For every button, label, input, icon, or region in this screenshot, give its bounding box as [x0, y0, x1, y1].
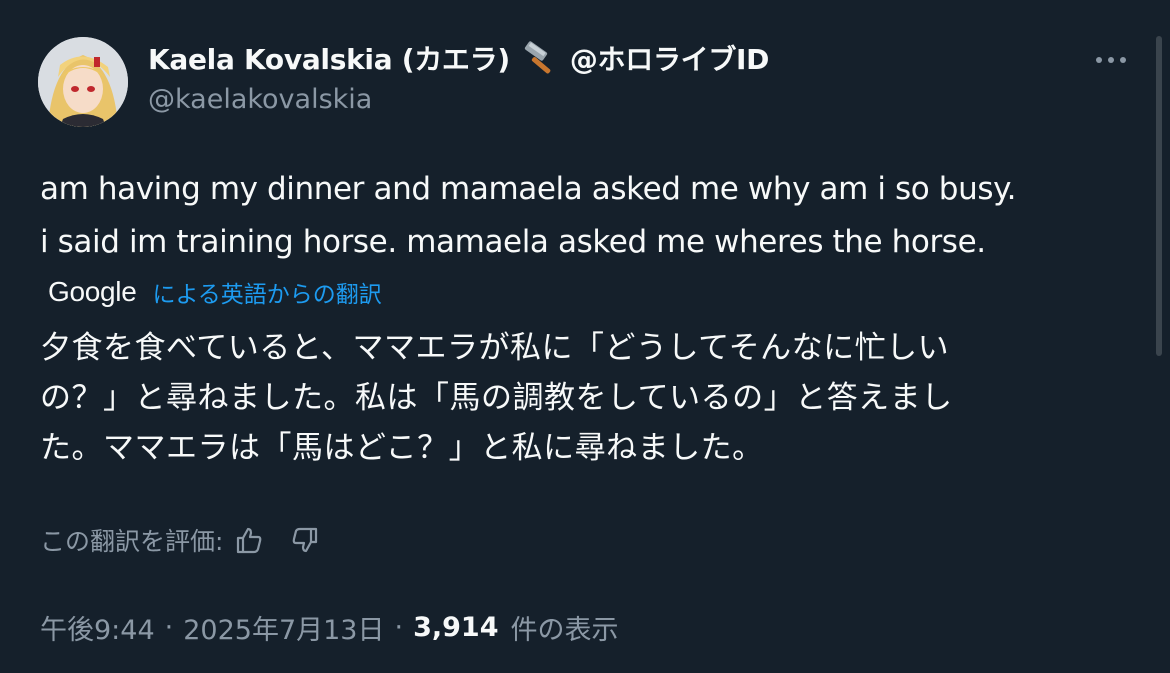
avatar-image: [38, 37, 128, 127]
tweet-text-line: am having my dinner and mamaela asked me…: [40, 171, 1017, 207]
author-display-name[interactable]: Kaela Kovalskia (カエラ): [148, 38, 510, 78]
separator: ·: [164, 611, 174, 643]
author-name-row: Kaela Kovalskia (カエラ) @ホロライブID: [148, 38, 769, 78]
scrollbar[interactable]: [1156, 36, 1162, 356]
thumbs-down-icon[interactable]: [287, 522, 323, 558]
dot: [1120, 57, 1126, 63]
tweet-date[interactable]: 2025年7月13日: [183, 608, 384, 647]
dot: [1096, 57, 1102, 63]
translation-attribution: Google による英語からの翻訳: [48, 272, 382, 312]
translated-text: 夕食を食べていると、ママエラが私に「どうしてそんなに忙しい の？」と尋ねました。…: [40, 323, 1130, 473]
avatar[interactable]: [38, 37, 128, 127]
tweet-text-line: i said im training horse. mamaela asked …: [40, 224, 986, 260]
tweet-text: am having my dinner and mamaela asked me…: [40, 163, 1140, 269]
tweet-meta: 午後9:44 · 2025年7月13日 · 3,914 件の表示: [40, 607, 618, 647]
google-logo: Google: [48, 276, 137, 307]
author-handle[interactable]: @kaelakovalskia: [148, 84, 372, 115]
translated-text-line: 夕食を食べていると、ママエラが私に「どうしてそんなに忙しい: [40, 330, 950, 366]
rate-translation-label: この翻訳を評価:: [40, 527, 224, 556]
more-options-button[interactable]: [1088, 48, 1134, 72]
tweet-time[interactable]: 午後9:44: [40, 608, 155, 647]
translation-source-link[interactable]: による英語からの翻訳: [153, 275, 382, 309]
views-label: 件の表示: [510, 614, 619, 646]
separator: ·: [394, 611, 404, 643]
views-count[interactable]: 3,914: [413, 612, 498, 643]
author-affiliation[interactable]: @ホロライブID: [570, 38, 770, 78]
translated-text-line: の？」と尋ねました。私は「馬の調教をしているの」と答えまし: [40, 380, 953, 416]
hammer-icon: [522, 41, 562, 75]
dot: [1108, 57, 1114, 63]
rate-translation: この翻訳を評価:: [40, 520, 323, 560]
translated-text-line: た。ママエラは「馬はどこ？」と私に尋ねました。: [40, 430, 764, 466]
thumbs-up-icon[interactable]: [231, 522, 267, 558]
